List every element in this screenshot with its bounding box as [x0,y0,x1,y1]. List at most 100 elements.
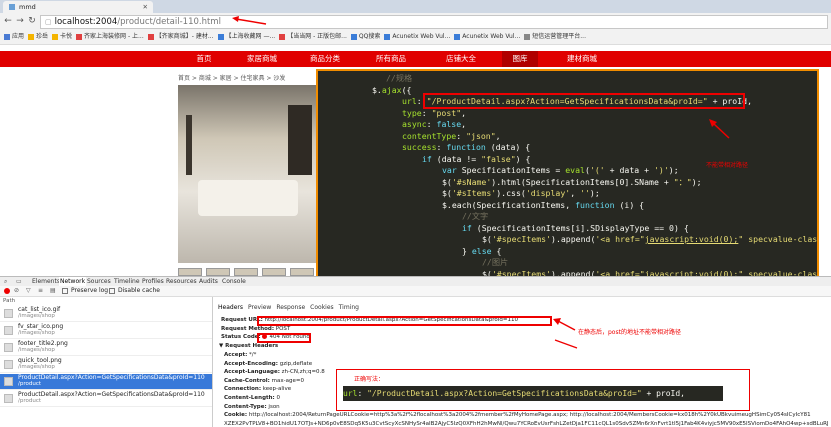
request-path: /product [18,381,42,387]
site-nav-item[interactable]: 建材商城 [547,51,617,67]
network-request-row[interactable]: footer_title2.png/images/shop [0,340,212,356]
close-tab-icon[interactable]: ✕ [143,1,148,13]
bookmark-item[interactable]: Acunetix Web Vul... [454,30,520,44]
bookmark-icon [350,33,357,40]
bookmark-item[interactable]: 应用 [4,30,24,44]
site-nav-item[interactable]: 图库 [502,51,538,67]
bookmark-item[interactable]: 齐家上海装修网 - 上... [76,30,144,44]
record-icon[interactable] [4,288,10,294]
clear-icon[interactable]: ⊘ [14,286,19,296]
reload-icon[interactable]: ↻ [26,15,38,27]
devtools-tab-audits[interactable]: Audits [199,277,218,286]
bookmark-label: 齐家上海装修网 - 上... [84,33,144,40]
list-view-icon[interactable]: ≡ [38,286,43,296]
detail-tab-headers[interactable]: Headers [218,304,243,311]
bookmark-icon [28,33,35,40]
correct-usage-title: 正确写法： [354,376,385,383]
thumbnail-image[interactable] [290,268,314,276]
request-header-row: Accept-Encoding: gzip,deflate [224,361,312,367]
url-highlight-box [423,93,745,109]
correct-usage-code: url: "/ProductDetail.aspx?Action=GetSpec… [343,386,723,401]
devtools-tab-sources[interactable]: Sources [87,277,111,286]
device-mode-icon[interactable]: ▭ [16,277,22,286]
bookmark-label: 【上海收藏网 —... [225,33,276,40]
network-request-row[interactable]: quick_tool.png/images/shop [0,357,212,373]
detail-tab-response[interactable]: Response [276,304,305,311]
bookmark-icon [217,33,224,40]
devtools-tab-profiles[interactable]: Profiles [142,277,164,286]
code-token: SpecificationItems = [456,165,566,175]
request-header-row: Cache-Control: max-age=0 [224,378,304,384]
code-token: false [436,119,462,129]
header-key: Request Method: [221,325,275,332]
header-key: Connection: [224,386,262,393]
preserve-log-checkbox[interactable] [62,288,68,294]
code-token: eval [565,165,585,175]
request-name: ProductDetail.aspx?Action=GetSpecificati… [18,391,205,398]
thumbnail-image[interactable] [234,268,258,276]
code-token: } [462,245,472,256]
bookmark-item[interactable]: 【齐家商城】- 建材... [147,30,214,44]
bookmark-item[interactable]: 【上海收藏网 —... [217,30,276,44]
thumbnail-image[interactable] [262,268,286,276]
code-token: : [357,389,368,398]
request-name: ProductDetail.aspx?Action=GetSpecificati… [18,374,205,381]
site-nav-item[interactable]: 商品分类 [296,51,354,67]
devtools-tab-network[interactable]: Network [59,277,87,286]
site-nav-item[interactable]: 家居商城 [231,51,293,67]
header-key: Accept-Language: [224,369,280,376]
browser-toolbar: ← → ↻ ▢ localhost:2004/product/detail-110… [0,13,831,30]
code-token: '#sName' [451,176,492,187]
overview-icon[interactable]: ▤ [50,286,56,296]
devtools-tab-console[interactable]: Console [222,277,246,286]
thumbnail-image[interactable] [206,268,230,276]
request-headers-title[interactable]: ▼ Request Headers [219,343,278,349]
preserve-log-label: Preserve log [71,287,109,294]
back-icon[interactable]: ← [2,15,14,27]
header-value: gzip,deflate [279,360,313,367]
thumbnail-image[interactable] [178,268,202,276]
code-token: javascript:void(0); [644,234,739,244]
bookmark-icon [524,33,531,40]
code-token: '<a href=" [595,234,645,244]
devtools-tab-resources[interactable]: Resources [166,277,197,286]
network-request-row[interactable]: ProductDetail.aspx?Action=GetSpecificati… [0,391,212,407]
code-token: : [426,119,437,129]
request-path: /images/shop [18,347,55,353]
site-nav-item[interactable]: 首页 [179,51,229,67]
devtools-tab-timeline[interactable]: Timeline [114,277,140,286]
header-key: Cookie: [224,412,248,419]
code-token: (i) { [614,199,645,210]
bookmark-item[interactable]: 短信运营管理平台... [524,30,586,44]
filter-icon[interactable]: ▽ [26,286,31,296]
bookmark-item[interactable]: 卡悦 [52,30,72,44]
detail-tab-timing[interactable]: Timing [339,304,359,311]
browser-tab[interactable]: mmd ✕ [3,1,153,13]
network-request-row[interactable]: fv_star_ico.png/images/shop [0,323,212,339]
site-nav-item[interactable]: 店铺大全 [426,51,496,67]
code-token: else [471,245,492,256]
bookmark-item[interactable]: QQ搜索 [350,30,380,44]
address-bar[interactable]: ▢ localhost:2004/product/detail-110.html [40,15,828,29]
bookmark-item[interactable]: 珍岳 [28,30,48,44]
inspect-element-icon[interactable]: ⌕ [4,277,7,286]
devtools-tab-elements[interactable]: Elements [32,277,60,286]
disable-cache-checkbox[interactable] [109,288,115,294]
product-image-shelf [288,105,312,175]
code-line: //规格 [386,73,412,83]
url-annotation-arrow-icon [232,16,267,25]
header-value: zh-CN,zh;q=0.8 [281,369,325,376]
path-column-header: Path [3,298,16,304]
bookmark-item[interactable]: Acunetix Web Vul... [384,30,450,44]
header-value: */* [249,352,257,358]
code-token: contentType [402,130,457,141]
code-token: $( [442,188,452,198]
forward-icon[interactable]: → [14,15,26,27]
network-request-row[interactable]: cat_list_ico.gif/images/shop [0,306,212,322]
network-request-row[interactable]: ProductDetail.aspx?Action=GetSpecificati… [0,374,212,390]
bookmark-item[interactable]: 【当当网 - 正版包邮... [279,30,347,44]
detail-tab-preview[interactable]: Preview [248,304,271,311]
site-nav-item[interactable]: 所有商品 [359,51,423,67]
detail-tab-cookies[interactable]: Cookies [310,304,334,311]
header-key: Accept-Encoding: [224,360,278,367]
